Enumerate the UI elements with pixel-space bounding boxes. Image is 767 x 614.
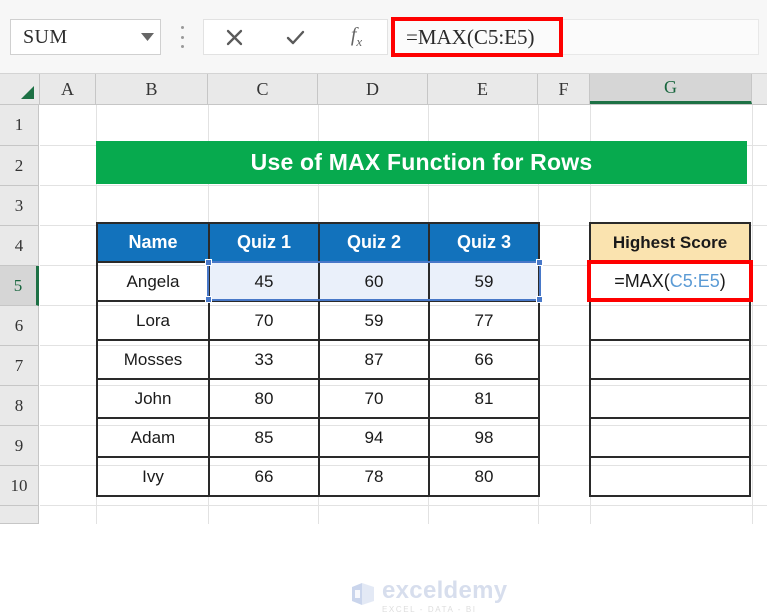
row-header-8[interactable]: 8 (0, 386, 39, 426)
name-box-value: SUM (23, 25, 68, 48)
table-row[interactable] (589, 417, 751, 458)
column-header-b[interactable]: B (96, 74, 208, 104)
worksheet-grid[interactable]: Use of MAX Function for Rows Name Quiz 1… (40, 105, 767, 614)
cell-b5[interactable]: Angela (96, 261, 210, 302)
select-all-corner[interactable] (0, 74, 40, 104)
cell-b10[interactable]: Ivy (96, 456, 210, 497)
table-row[interactable] (589, 339, 751, 380)
gridline (752, 105, 753, 524)
table-header-row: Name Quiz 1 Quiz 2 Quiz 3 (96, 222, 540, 263)
row-header-11[interactable] (0, 506, 39, 524)
gridline (40, 185, 767, 186)
column-header-row: A B C D E F G (0, 74, 767, 105)
table-row[interactable] (589, 456, 751, 497)
table-row[interactable]: Angela 45 60 59 (96, 261, 540, 302)
cell-c5[interactable]: 45 (208, 261, 320, 302)
row-header-9[interactable]: 9 (0, 426, 39, 466)
cell-c6[interactable]: 70 (208, 300, 320, 341)
check-icon[interactable] (265, 20, 326, 54)
table-row[interactable] (589, 378, 751, 419)
formula-suffix: ) (719, 271, 726, 291)
select-all-triangle-icon (21, 86, 34, 99)
formula-bar-buttons: fx (203, 19, 388, 55)
cancel-x-icon[interactable] (204, 20, 265, 54)
column-header-name: Name (96, 222, 210, 263)
column-header-g[interactable]: G (590, 74, 752, 104)
cell-b9[interactable]: Adam (96, 417, 210, 458)
column-header-quiz-3: Quiz 3 (428, 222, 540, 263)
cell-g9[interactable] (589, 417, 751, 458)
table-row[interactable] (589, 300, 751, 341)
cell-d9[interactable]: 94 (318, 417, 430, 458)
column-header-a[interactable]: A (40, 74, 96, 104)
exceldemy-watermark: exceldemy EXCEL - DATA - BI (350, 579, 507, 614)
row-header-4[interactable]: 4 (0, 226, 39, 266)
cell-b7[interactable]: Mosses (96, 339, 210, 380)
column-header-d[interactable]: D (318, 74, 428, 104)
cell-d10[interactable]: 78 (318, 456, 430, 497)
cell-b8[interactable]: John (96, 378, 210, 419)
chevron-down-icon[interactable] (134, 33, 160, 41)
watermark-name: exceldemy (382, 577, 508, 604)
table-row[interactable]: John 80 70 81 (96, 378, 540, 419)
table-row[interactable]: Mosses 33 87 66 (96, 339, 540, 380)
row-header-column: 1 2 3 4 5 6 7 8 9 10 (0, 105, 40, 524)
cell-g10[interactable] (589, 456, 751, 497)
exceldemy-logo-icon (350, 581, 376, 612)
cell-e10[interactable]: 80 (428, 456, 540, 497)
row-header-7[interactable]: 7 (0, 346, 39, 386)
row-header-2[interactable]: 2 (0, 146, 39, 186)
formula-bar-strip: SUM fx =MAX(C5:E5) (0, 0, 767, 74)
cell-d5[interactable]: 60 (318, 261, 430, 302)
formula-input-value: =MAX(C5:E5) (406, 24, 535, 49)
column-header-highest-score: Highest Score (589, 222, 751, 263)
formula-range-reference: C5:E5 (669, 271, 720, 291)
column-header-f[interactable]: F (538, 74, 590, 104)
score-header-row: Highest Score (589, 222, 751, 263)
row-header-5[interactable]: 5 (0, 266, 39, 306)
cell-c8[interactable]: 80 (208, 378, 320, 419)
title-banner: Use of MAX Function for Rows (96, 141, 747, 184)
row-header-1[interactable]: 1 (0, 105, 39, 146)
cell-g8[interactable] (589, 378, 751, 419)
formula-bar-remainder[interactable] (563, 19, 759, 55)
cell-d8[interactable]: 70 (318, 378, 430, 419)
cell-c7[interactable]: 33 (208, 339, 320, 380)
table-row[interactable]: Ivy 66 78 80 (96, 456, 540, 497)
scores-table: Name Quiz 1 Quiz 2 Quiz 3 Angela 45 60 5… (96, 222, 540, 497)
column-header-c[interactable]: C (208, 74, 318, 104)
cell-e8[interactable]: 81 (428, 378, 540, 419)
cell-e6[interactable]: 77 (428, 300, 540, 341)
row-header-3[interactable]: 3 (0, 186, 39, 226)
cell-e5[interactable]: 59 (428, 261, 540, 302)
cell-c9[interactable]: 85 (208, 417, 320, 458)
table-row[interactable]: Adam 85 94 98 (96, 417, 540, 458)
cell-g6[interactable] (589, 300, 751, 341)
row-header-10[interactable]: 10 (0, 466, 39, 506)
column-header-quiz-1: Quiz 1 (208, 222, 320, 263)
gridline (40, 505, 767, 506)
column-header-quiz-2: Quiz 2 (318, 222, 430, 263)
fx-icon[interactable]: fx (326, 20, 387, 54)
cell-b6[interactable]: Lora (96, 300, 210, 341)
row-header-6[interactable]: 6 (0, 306, 39, 346)
watermark-tagline: EXCEL - DATA - BI (382, 605, 477, 614)
cell-c10[interactable]: 66 (208, 456, 320, 497)
formula-prefix: =MAX( (614, 271, 670, 291)
cell-e7[interactable]: 66 (428, 339, 540, 380)
cell-d7[interactable]: 87 (318, 339, 430, 380)
formula-input[interactable]: =MAX(C5:E5) (391, 17, 563, 57)
highest-score-table: Highest Score =MAX(C5:E5) (589, 222, 751, 497)
name-box[interactable]: SUM (10, 19, 161, 55)
column-header-h[interactable] (752, 74, 767, 104)
table-row[interactable]: =MAX(C5:E5) (589, 261, 751, 302)
cell-g5-formula[interactable]: =MAX(C5:E5) (589, 261, 751, 302)
table-row[interactable]: Lora 70 59 77 (96, 300, 540, 341)
toolbar-separator-dots (179, 26, 185, 48)
column-header-e[interactable]: E (428, 74, 538, 104)
page-title: Use of MAX Function for Rows (250, 149, 593, 175)
cell-e9[interactable]: 98 (428, 417, 540, 458)
cell-g7[interactable] (589, 339, 751, 380)
cell-d6[interactable]: 59 (318, 300, 430, 341)
